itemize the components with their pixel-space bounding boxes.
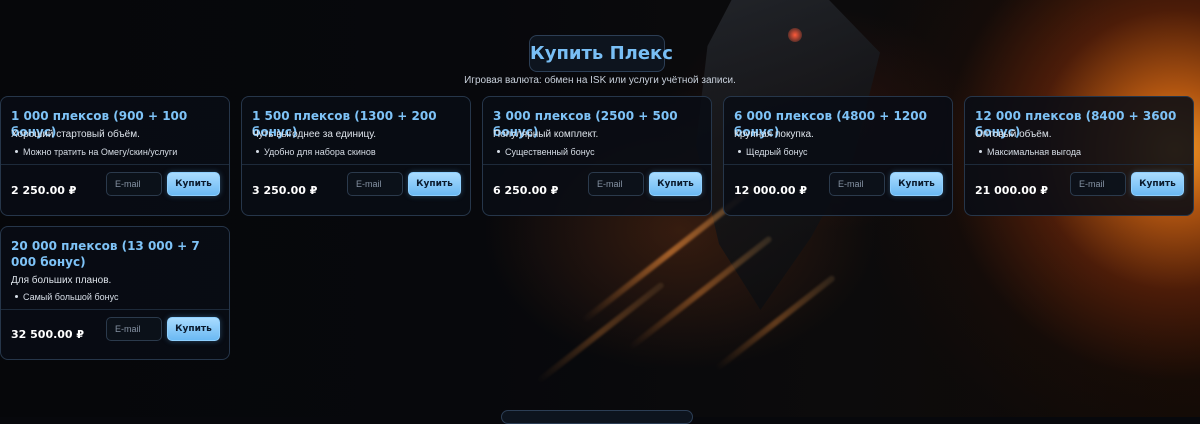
email-field[interactable] [1070,172,1126,196]
product-card: 3 000 плексов (2500 + 500 бонус) Популяр… [482,96,712,216]
product-description: Чуть выгоднее за единицу. [252,129,377,140]
buy-button[interactable]: Купить [408,172,461,196]
bullet-icon [15,150,18,154]
product-description: Популярный комплект. [493,129,599,140]
buy-button[interactable]: Купить [890,172,943,196]
product-card: 6 000 плексов (4800 + 1200 бонус) Крупна… [723,96,953,216]
bullet-icon [256,150,259,154]
divider [965,164,1193,165]
product-feature: Максимальная выгода [979,147,1081,157]
email-field[interactable] [106,317,162,341]
buy-button[interactable]: Купить [167,172,220,196]
product-title: 20 000 плексов (13 000 + 7 000 бонус) [11,239,200,269]
product-feature: Самый большой бонус [15,292,118,302]
divider [483,164,711,165]
feature-text: Максимальная выгода [987,147,1082,157]
product-card: 1 500 плексов (1300 + 200 бонус) Чуть вы… [241,96,471,216]
page-subtitle: Игровая валюта: обмен на ISK или услуги … [464,75,736,86]
product-feature: Удобно для набора скинов [256,147,376,157]
buy-button[interactable]: Купить [1131,172,1184,196]
product-feature: Можно тратить на Омегу/скин/услуги [15,147,177,157]
product-price: 12 000.00 ₽ [734,184,808,197]
email-field[interactable] [588,172,644,196]
bullet-icon [979,150,982,154]
feature-text: Существенный бонус [505,147,595,157]
product-card: 12 000 плексов (8400 + 3600 бонус) Оптов… [964,96,1194,216]
product-card: 20 000 плексов (13 000 + 7 000 бонус) Дл… [0,226,230,360]
ship-light [788,28,802,42]
bullet-icon [497,150,500,154]
divider [724,164,952,165]
product-description: Хороший стартовый объём. [11,129,140,140]
product-price: 21 000.00 ₽ [975,184,1049,197]
feature-text: Щедрый бонус [746,147,808,157]
email-field[interactable] [347,172,403,196]
product-feature: Существенный бонус [497,147,595,157]
product-card: 1 000 плексов (900 + 100 бонус) Хороший … [0,96,230,216]
next-section-panel [501,410,693,424]
product-price: 6 250.00 ₽ [493,184,559,197]
divider [1,309,229,310]
feature-text: Можно тратить на Омегу/скин/услуги [23,147,178,157]
feature-text: Самый большой бонус [23,292,119,302]
product-description: Крупная покупка. [734,129,814,140]
divider [1,164,229,165]
divider [242,164,470,165]
product-price: 3 250.00 ₽ [252,184,318,197]
email-field[interactable] [106,172,162,196]
product-description: Оптовый объём. [975,129,1052,140]
bullet-icon [738,150,741,154]
product-feature: Щедрый бонус [738,147,808,157]
buy-button[interactable]: Купить [649,172,702,196]
page-title: Купить Плекс [529,35,673,72]
email-field[interactable] [829,172,885,196]
product-price: 32 500.00 ₽ [11,328,85,341]
product-price: 2 250.00 ₽ [11,184,77,197]
product-description: Для больших планов. [11,275,112,286]
buy-button[interactable]: Купить [167,317,220,341]
bullet-icon [15,295,18,299]
feature-text: Удобно для набора скинов [264,147,376,157]
